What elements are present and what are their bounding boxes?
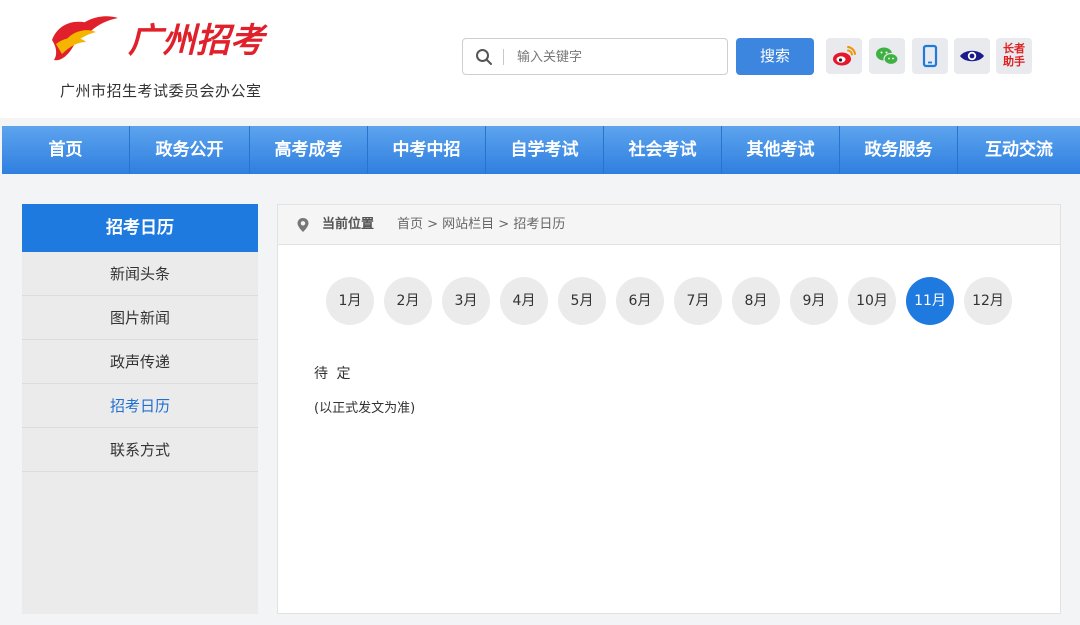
- month-button-1[interactable]: 1月: [326, 277, 374, 325]
- weibo-button[interactable]: [826, 38, 862, 74]
- search-button[interactable]: 搜索: [736, 38, 814, 75]
- month-button-11[interactable]: 11月: [906, 277, 954, 325]
- assistant-text-bottom: 助手: [1003, 55, 1025, 68]
- wechat-button[interactable]: [869, 38, 905, 74]
- sidebar-item-photo-news[interactable]: 图片新闻: [22, 296, 258, 340]
- logo-wordmark: 广州招考: [128, 21, 268, 61]
- main-panel: 当前位置 首页 > 网站栏目 > 招考日历 1月 2月 3月 4月 5月 6月 …: [277, 204, 1061, 614]
- accessibility-button[interactable]: [954, 38, 990, 74]
- site-logo[interactable]: 广州招考: [44, 10, 284, 70]
- search-icon: [476, 49, 492, 65]
- location-pin-icon: [297, 218, 309, 232]
- nav-item-gov-service[interactable]: 政务服务: [840, 126, 958, 174]
- eye-icon: [960, 50, 984, 62]
- mobile-button[interactable]: [912, 38, 948, 74]
- site-header: 广州招考 广州市招生考试委员会办公室 搜索: [0, 0, 1080, 118]
- breadcrumb-label: 当前位置: [322, 217, 375, 232]
- month-button-3[interactable]: 3月: [442, 277, 490, 325]
- search-divider: [503, 49, 504, 65]
- sidebar-item-exam-calendar[interactable]: 招考日历: [22, 384, 258, 428]
- month-button-2[interactable]: 2月: [384, 277, 432, 325]
- calendar-note-text: (以正式发文为准): [314, 401, 416, 416]
- wechat-icon: [876, 47, 899, 66]
- sidebar-item-contact[interactable]: 联系方式: [22, 428, 258, 472]
- main-nav: 首页 政务公开 高考成考 中考中招 自学考试 社会考试 其他考试 政务服务 互动…: [2, 126, 1080, 174]
- month-button-9[interactable]: 9月: [790, 277, 838, 325]
- assistant-text-top: 长者: [1003, 42, 1025, 55]
- nav-item-gov-affairs[interactable]: 政务公开: [130, 126, 250, 174]
- nav-item-self-study[interactable]: 自学考试: [486, 126, 604, 174]
- sidebar-item-gov-voice[interactable]: 政声传递: [22, 340, 258, 384]
- nav-item-other-exam[interactable]: 其他考试: [722, 126, 840, 174]
- sidebar-title: 招考日历: [22, 204, 258, 252]
- sidebar: 招考日历 新闻头条 图片新闻 政声传递 招考日历 联系方式: [22, 204, 258, 614]
- month-button-7[interactable]: 7月: [674, 277, 722, 325]
- breadcrumb: 当前位置 首页 > 网站栏目 > 招考日历: [278, 205, 1060, 245]
- weibo-icon: [833, 46, 856, 66]
- elder-assistant-button[interactable]: 长者 助手: [996, 38, 1032, 74]
- month-button-8[interactable]: 8月: [732, 277, 780, 325]
- month-button-12[interactable]: 12月: [964, 277, 1012, 325]
- breadcrumb-path[interactable]: 首页 > 网站栏目 > 招考日历: [397, 205, 565, 245]
- mobile-icon: [922, 44, 938, 68]
- assistant-icon: 长者 助手: [1002, 42, 1026, 70]
- nav-item-home[interactable]: 首页: [2, 126, 130, 174]
- nav-item-social-exam[interactable]: 社会考试: [604, 126, 722, 174]
- search-input[interactable]: [517, 45, 717, 69]
- sidebar-item-headlines[interactable]: 新闻头条: [22, 252, 258, 296]
- month-button-10[interactable]: 10月: [848, 277, 896, 325]
- nav-item-interaction[interactable]: 互动交流: [958, 126, 1080, 174]
- month-button-6[interactable]: 6月: [616, 277, 664, 325]
- nav-item-gaokao[interactable]: 高考成考: [250, 126, 368, 174]
- search-box: [462, 38, 728, 75]
- nav-item-zhongkao[interactable]: 中考中招: [368, 126, 486, 174]
- month-button-4[interactable]: 4月: [500, 277, 548, 325]
- calendar-status-text: 待 定: [314, 366, 353, 382]
- logo-graphic: 广州招考: [52, 16, 268, 61]
- month-button-5[interactable]: 5月: [558, 277, 606, 325]
- org-name: 广州市招生考试委员会办公室: [60, 82, 262, 100]
